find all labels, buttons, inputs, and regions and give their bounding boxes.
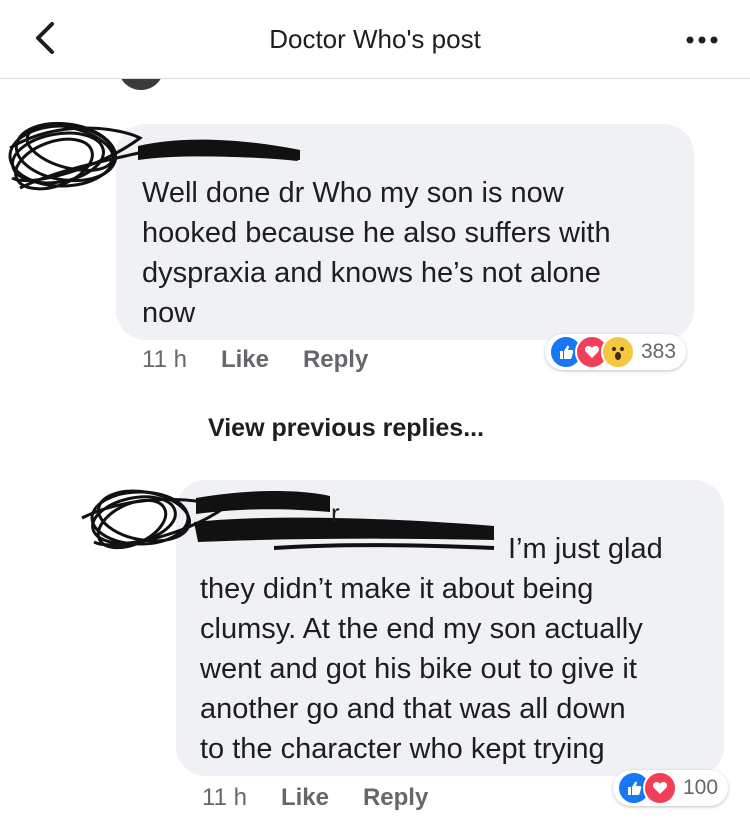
like-link[interactable]: Like (281, 784, 329, 812)
like-link[interactable]: Like (221, 346, 269, 374)
love-reaction-icon (643, 771, 677, 805)
wow-reaction-icon (601, 335, 635, 369)
page-title: Doctor Who's post (269, 24, 481, 54)
reaction-count: 100 (683, 776, 719, 799)
comment-timestamp: 11 h (142, 346, 187, 373)
reactions-summary[interactable]: 383 (545, 334, 687, 370)
redacted-name-fragment: r (331, 498, 340, 528)
redaction-scribble (8, 121, 300, 191)
more-dots-icon (686, 36, 718, 44)
view-previous-replies-link[interactable]: View previous replies... (208, 414, 484, 443)
reply-link[interactable]: Reply (303, 346, 368, 374)
comment-actions: 11 h Like Reply (142, 346, 402, 374)
top-bar: Doctor Who's post (0, 0, 750, 79)
more-options-button[interactable] (684, 24, 720, 54)
redaction-scribble (81, 489, 495, 550)
reply-link[interactable]: Reply (363, 784, 428, 812)
comment-timestamp: 11 h (202, 784, 247, 811)
reaction-count: 383 (641, 340, 677, 363)
comment-actions: 11 h Like Reply (202, 784, 462, 812)
reactions-summary[interactable]: 100 (613, 770, 729, 806)
